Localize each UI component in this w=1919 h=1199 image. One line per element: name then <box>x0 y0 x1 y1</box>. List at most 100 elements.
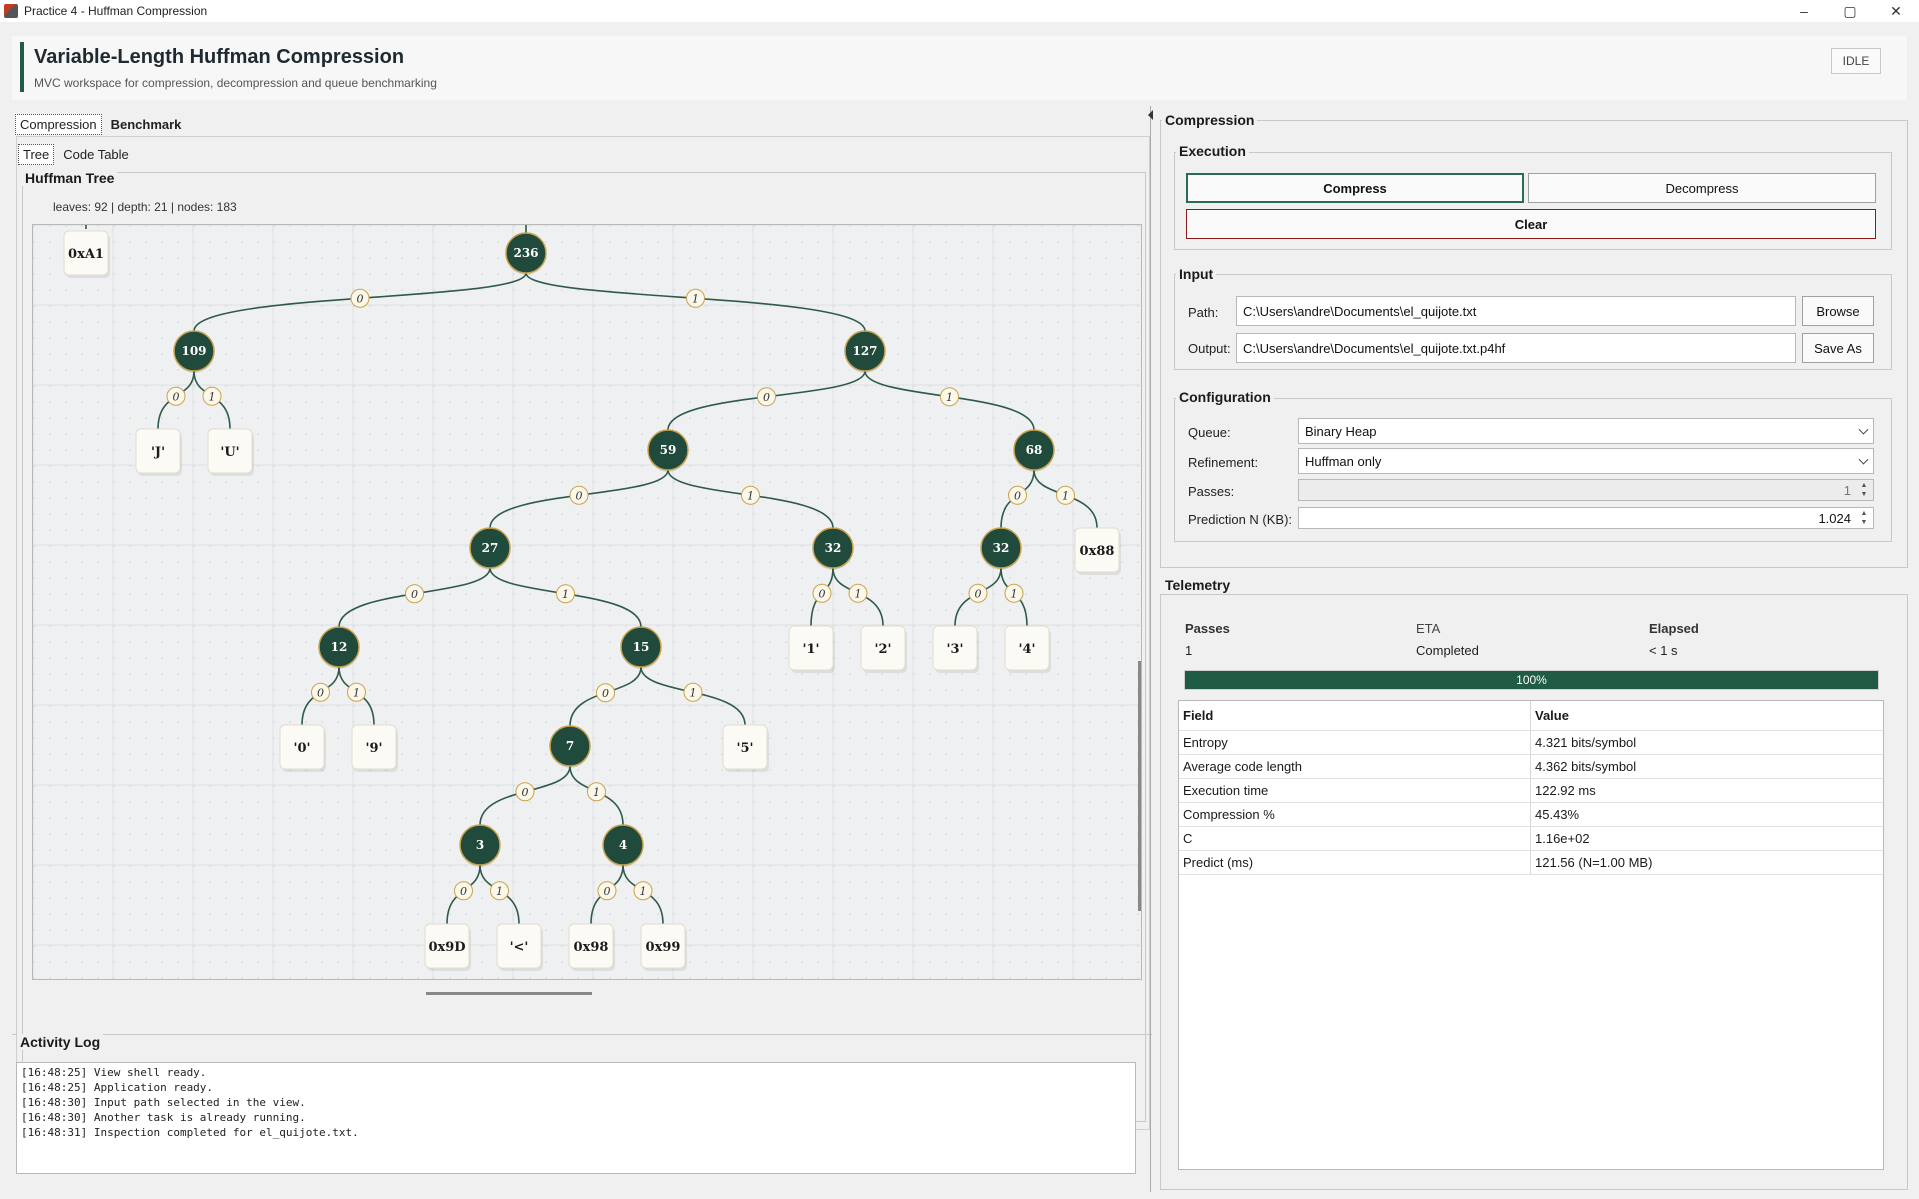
tree-node-weight: 68 <box>1026 443 1043 457</box>
input-title: Input <box>1176 266 1217 282</box>
tree-node-weight: 109 <box>181 344 206 358</box>
telemetry-table: Field Value Entropy 4.321 bits/symbol Av… <box>1178 700 1884 1170</box>
table-cell-field: Average code length <box>1179 755 1531 778</box>
output-label: Output: <box>1188 341 1231 356</box>
prediction-value: 1.024 <box>1818 510 1851 526</box>
table-cell-field: Execution time <box>1179 779 1531 802</box>
edge-bit-label: 1 <box>1011 587 1018 600</box>
close-button[interactable]: ✕ <box>1873 0 1919 22</box>
table-row[interactable]: Compression % 45.43% <box>1179 803 1883 827</box>
spinner-arrows-icon[interactable]: ▲ ▼ <box>1857 509 1871 527</box>
status-badge: IDLE <box>1831 48 1881 74</box>
table-row[interactable]: Average code length 4.362 bits/symbol <box>1179 755 1883 779</box>
tree-leaf-symbol: '0' <box>293 741 310 756</box>
table-cell-field: C <box>1179 827 1531 850</box>
path-input[interactable]: C:\Users\andre\Documents\el_quijote.txt <box>1236 296 1796 326</box>
edge-bit-label: 0 <box>819 587 826 600</box>
table-cell-value: 45.43% <box>1535 807 1580 822</box>
tree-stats: leaves: 92 | depth: 21 | nodes: 183 <box>53 200 237 214</box>
maximize-button[interactable]: ▢ <box>1827 0 1873 22</box>
window-titlebar: Practice 4 - Huffman Compression – ▢ ✕ <box>0 0 1919 22</box>
eta-header: ETA <box>1416 621 1441 636</box>
vertical-scrollbar[interactable] <box>1138 661 1141 911</box>
tab-tree[interactable]: Tree <box>18 144 55 165</box>
table-cell-value: 4.321 bits/symbol <box>1535 735 1637 750</box>
queue-label: Queue: <box>1188 425 1231 440</box>
table-cell-value: 121.56 (N=1.00 MB) <box>1535 855 1653 870</box>
header-accent-bar <box>20 42 24 92</box>
tree-leaf-symbol: 0xA1 <box>68 247 104 262</box>
table-cell-field: Entropy <box>1179 731 1531 754</box>
compression-title: Compression <box>1162 112 1258 128</box>
table-row[interactable]: Entropy 4.321 bits/symbol <box>1179 731 1883 755</box>
prediction-spinner[interactable]: 1.024 ▲ ▼ <box>1298 507 1874 529</box>
column-header-field[interactable]: Field <box>1179 701 1531 730</box>
activity-log-title: Activity Log <box>17 1034 104 1050</box>
tree-leaf-symbol: '5' <box>736 741 753 756</box>
tree-leaf-symbol: 'J' <box>151 445 165 460</box>
main-tabs: Compression Benchmark <box>15 114 186 135</box>
edge-bit-label: 0 <box>522 786 529 799</box>
tree-leaf-symbol: '2' <box>874 642 891 657</box>
tree-leaf-symbol: '4' <box>1018 642 1035 657</box>
tab-benchmark[interactable]: Benchmark <box>106 114 187 135</box>
compress-button[interactable]: Compress <box>1186 173 1524 203</box>
table-cell-value: 122.92 ms <box>1535 783 1596 798</box>
tree-leaf-symbol: 0x88 <box>1080 544 1115 559</box>
left-pane: Compression Benchmark Tree Code Table Hu… <box>12 112 1152 1130</box>
passes-header: Passes <box>1185 621 1230 636</box>
edge-bit-label: 0 <box>975 587 982 600</box>
refinement-label: Refinement: <box>1188 455 1259 470</box>
decompress-button[interactable]: Decompress <box>1528 173 1876 203</box>
log-line: [16:48:25] View shell ready. <box>21 1066 207 1079</box>
table-row[interactable]: Predict (ms) 121.56 (N=1.00 MB) <box>1179 851 1883 875</box>
edge-bit-label: 1 <box>946 391 953 404</box>
pane-splitter[interactable] <box>1150 106 1156 1192</box>
passes-count: 1 <box>1185 643 1193 658</box>
tree-leaf-symbol: 'U' <box>220 445 239 460</box>
edge-bit-label: 1 <box>692 292 699 305</box>
collapse-arrow-icon[interactable] <box>1148 110 1153 120</box>
edge-bit-label: 0 <box>411 588 418 601</box>
table-cell-field: Compression % <box>1179 803 1531 826</box>
app-icon <box>4 4 18 18</box>
edge-bit-label: 1 <box>593 786 600 799</box>
tree-canvas[interactable]: 0 1 0 1 0 1 0 1 0 1 0 1 0 1 0 1 0 1 0 1 0 1 0 1 0 1 236 109 127 59 68 2… <box>32 224 1142 980</box>
queue-select[interactable]: Binary Heap <box>1298 418 1874 444</box>
edge-bit-label: 0 <box>357 292 364 305</box>
tab-compression[interactable]: Compression <box>15 114 102 135</box>
save-as-button[interactable]: Save As <box>1802 333 1874 363</box>
chevron-down-icon <box>1858 424 1869 435</box>
tree-node-weight: 7 <box>566 739 574 753</box>
passes-label: Passes: <box>1188 484 1235 499</box>
tree-node-weight: 3 <box>476 838 484 852</box>
tree-node-weight: 127 <box>852 344 877 358</box>
column-header-value[interactable]: Value <box>1531 701 1883 730</box>
passes-spinner: 1 ▲ ▼ <box>1298 479 1874 501</box>
telemetry-title: Telemetry <box>1162 577 1234 593</box>
path-label: Path: <box>1188 305 1219 320</box>
output-input[interactable]: C:\Users\andre\Documents\el_quijote.txt.… <box>1236 333 1796 363</box>
refinement-select[interactable]: Huffman only <box>1298 448 1874 474</box>
progress-label: 100% <box>1516 673 1547 687</box>
edge-bit-label: 1 <box>747 489 754 502</box>
tree-node-weight: 59 <box>660 443 677 457</box>
table-cell-value: 1.16e+02 <box>1535 831 1590 846</box>
tab-code-table[interactable]: Code Table <box>58 144 134 165</box>
tree-leaf-symbol: 0x9D <box>428 940 465 955</box>
log-line: [16:48:30] Input path selected in the vi… <box>21 1096 306 1109</box>
table-row[interactable]: Execution time 122.92 ms <box>1179 779 1883 803</box>
tree-node-weight: 15 <box>633 640 650 654</box>
table-row[interactable]: C 1.16e+02 <box>1179 827 1883 851</box>
horizontal-scrollbar[interactable] <box>426 992 592 995</box>
execution-title: Execution <box>1176 143 1249 159</box>
clear-button[interactable]: Clear <box>1186 209 1876 239</box>
browse-button[interactable]: Browse <box>1802 296 1874 326</box>
elapsed-value: < 1 s <box>1649 643 1678 658</box>
activity-log[interactable]: [16:48:25] View shell ready. [16:48:25] … <box>16 1062 1136 1174</box>
tree-svg: 0 10 1 0 10 1 0 10 1 0 1 0 10 1 0 10 10 1 0 1236109 12759 682… <box>33 225 1141 979</box>
minimize-button[interactable]: – <box>1781 0 1827 22</box>
tree-leaf-symbol: 0x98 <box>574 940 609 955</box>
table-cell-field: Predict (ms) <box>1179 851 1531 874</box>
tree-node-weight: 27 <box>482 541 499 555</box>
